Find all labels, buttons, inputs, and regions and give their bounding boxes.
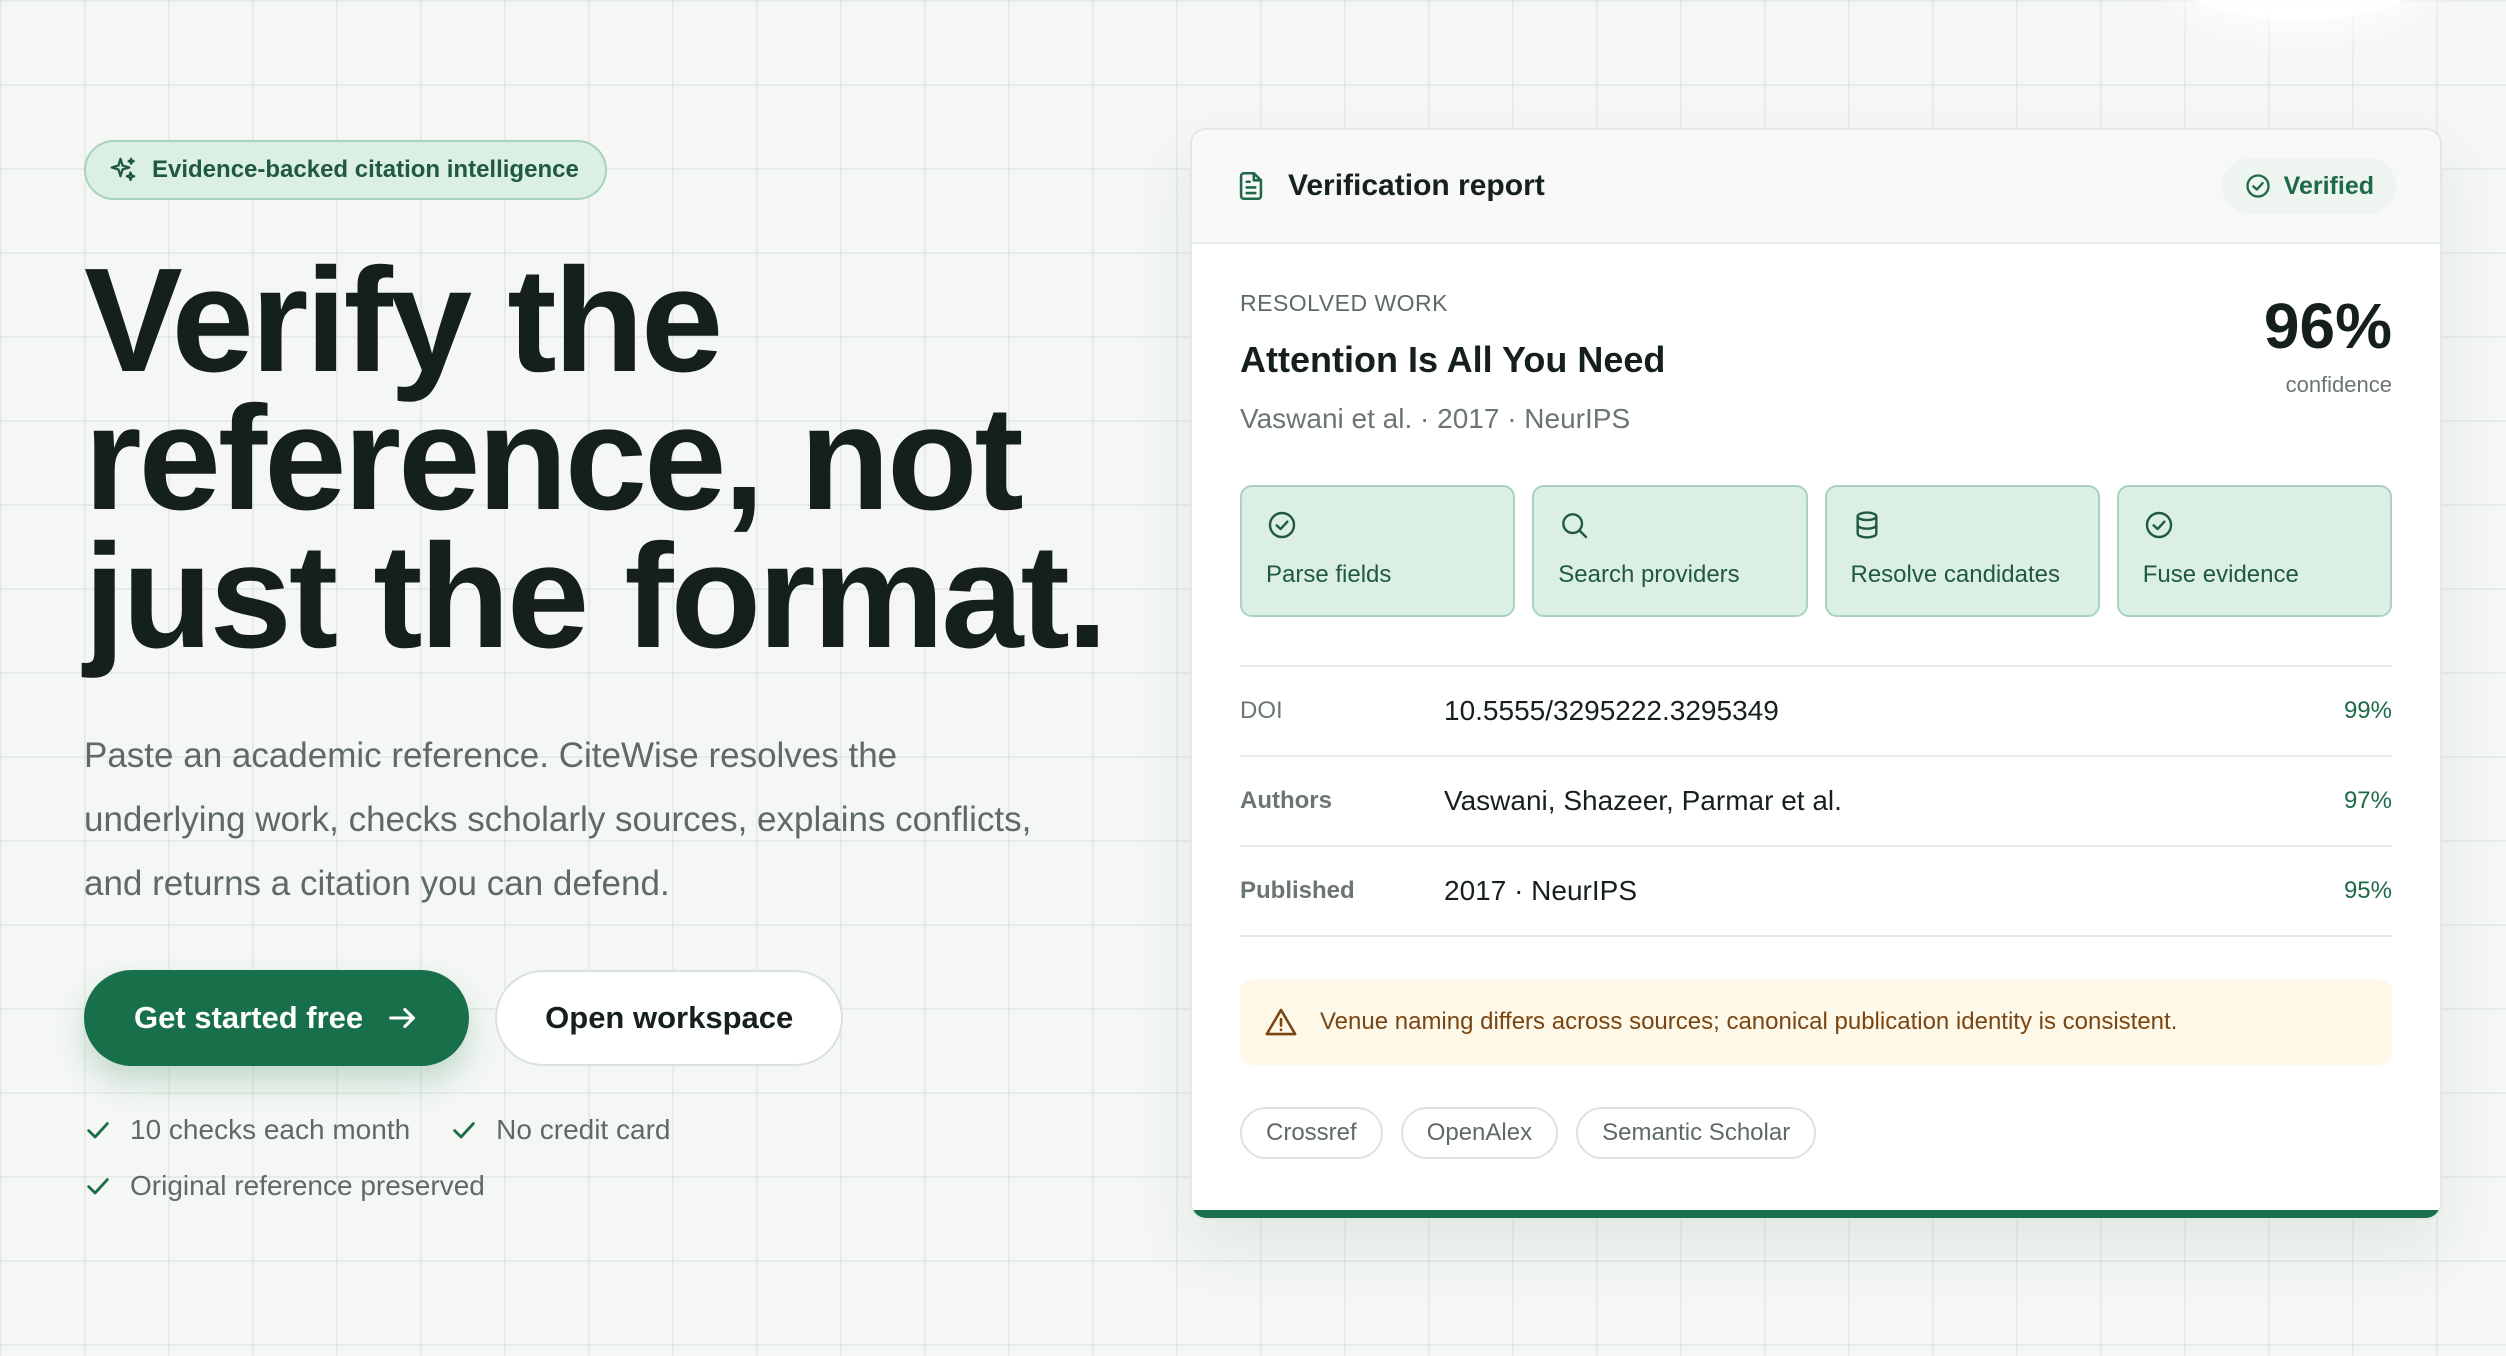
hero-section: Evidence-backed citation intelligence Ve… xyxy=(84,140,1144,1202)
hero-description: Paste an academic reference. CiteWise re… xyxy=(84,724,1124,916)
open-workspace-button[interactable]: Open workspace xyxy=(495,970,844,1066)
work-title: Attention Is All You Need xyxy=(1240,339,1666,380)
card-title: Verification report xyxy=(1234,169,1545,203)
step-label: Search providers xyxy=(1558,561,1740,588)
confidence-label: confidence xyxy=(2285,372,2392,397)
arrow-right-icon xyxy=(389,1007,416,1029)
lede-line-2: underlying work, checks scholarly source… xyxy=(84,800,1032,839)
check-item: Original reference preserved xyxy=(84,1170,485,1202)
check-circle-icon xyxy=(1268,511,1296,539)
check-circle-icon xyxy=(2145,511,2172,539)
headline-line-3: just the format. xyxy=(84,514,1108,679)
background-glow xyxy=(2180,0,2420,20)
open-workspace-label: Open workspace xyxy=(545,1000,794,1035)
check-item: No credit card xyxy=(450,1114,670,1146)
card-body: RESOLVED WORK Attention Is All You Need … xyxy=(1192,244,2440,1159)
search-icon xyxy=(1562,513,1588,539)
check-label: Original reference preserved xyxy=(130,1170,485,1201)
check-circle-icon xyxy=(2246,174,2270,198)
feature-checks: 10 checks each month No credit card Orig… xyxy=(84,1114,844,1202)
field-value: Vaswani, Shazeer, Parmar et al. xyxy=(1444,785,1842,816)
card-accent-bar xyxy=(1192,1210,2440,1218)
field-key: DOI xyxy=(1240,697,1283,724)
step-resolve-candidates: Resolve candidates xyxy=(1824,485,2100,617)
lede-line-1: Paste an academic reference. CiteWise re… xyxy=(84,736,898,775)
cta-row: Get started free Open workspace xyxy=(84,970,1144,1066)
step-fuse-evidence: Fuse evidence xyxy=(2116,485,2392,617)
check-label: 10 checks each month xyxy=(130,1114,411,1145)
database-icon xyxy=(1855,511,1878,539)
pipeline-steps: Parse fields Search providers Resolve ca… xyxy=(1240,485,2392,617)
source-chips: Crossref OpenAlex Semantic Scholar xyxy=(1240,1107,2392,1159)
hero-badge-label: Evidence-backed citation intelligence xyxy=(152,156,579,183)
source-chip-crossref: Crossref xyxy=(1240,1107,1383,1159)
sparkle-icon xyxy=(110,157,136,182)
field-row-published: Published 2017 · NeurIPS 95% xyxy=(1240,847,2392,937)
checkmark-icon xyxy=(87,1122,109,1139)
report-title: Verification report xyxy=(1288,169,1545,202)
confidence-score: 96% confidence xyxy=(2264,294,2392,398)
source-chip-openalex: OpenAlex xyxy=(1400,1107,1559,1159)
get-started-button[interactable]: Get started free xyxy=(84,970,470,1066)
field-value: 2017 · NeurIPS xyxy=(1444,875,1637,906)
verified-badge: Verified xyxy=(2221,158,2396,214)
step-label: Resolve candidates xyxy=(1850,561,2060,588)
field-confidence: 99% xyxy=(2343,697,2392,724)
step-parse-fields: Parse fields xyxy=(1240,485,1516,617)
get-started-label: Get started free xyxy=(134,1000,364,1035)
step-search-providers: Search providers xyxy=(1532,485,1808,617)
source-chip-semantic-scholar: Semantic Scholar xyxy=(1576,1107,1817,1159)
confidence-value: 96% xyxy=(2263,290,2392,362)
warning-triangle-icon xyxy=(1265,1008,1297,1036)
hero-badge: Evidence-backed citation intelligence xyxy=(84,140,607,200)
check-item: 10 checks each month xyxy=(84,1114,410,1146)
verification-report-card: Verification report Verified RESOLVED WO… xyxy=(1190,128,2442,1220)
check-label: No credit card xyxy=(496,1114,671,1145)
hero-headline: Verify the reference, not just the forma… xyxy=(84,238,1144,679)
field-key: Authors xyxy=(1240,787,1332,814)
venue-warning: Venue naming differs across sources; can… xyxy=(1240,979,2392,1065)
warning-text: Venue naming differs across sources; can… xyxy=(1320,1008,2178,1035)
resolved-work-label: RESOLVED WORK xyxy=(1240,290,1448,316)
card-header: Verification report Verified xyxy=(1192,130,2440,244)
headline-line-2: reference, not xyxy=(84,376,1024,541)
field-key: Published xyxy=(1240,877,1355,904)
resolved-fields-table: DOI 10.5555/3295222.3295349 99% Authors … xyxy=(1240,665,2392,937)
field-row-authors: Authors Vaswani, Shazeer, Parmar et al. … xyxy=(1240,757,2392,847)
field-confidence: 97% xyxy=(2343,787,2392,814)
checkmark-icon xyxy=(453,1122,475,1139)
step-label: Parse fields xyxy=(1266,561,1392,588)
document-icon xyxy=(1239,171,1263,201)
checkmark-icon xyxy=(87,1178,109,1195)
step-label: Fuse evidence xyxy=(2142,561,2299,588)
lede-line-3: and returns a citation you can defend. xyxy=(84,864,670,903)
field-confidence: 95% xyxy=(2343,877,2392,904)
field-value: 10.5555/3295222.3295349 xyxy=(1444,695,1779,726)
work-meta: Vaswani et al. · 2017 · NeurIPS xyxy=(1240,403,1631,434)
headline-line-1: Verify the xyxy=(84,238,723,403)
field-row-doi: DOI 10.5555/3295222.3295349 99% xyxy=(1240,667,2392,757)
verified-label: Verified xyxy=(2283,171,2374,200)
